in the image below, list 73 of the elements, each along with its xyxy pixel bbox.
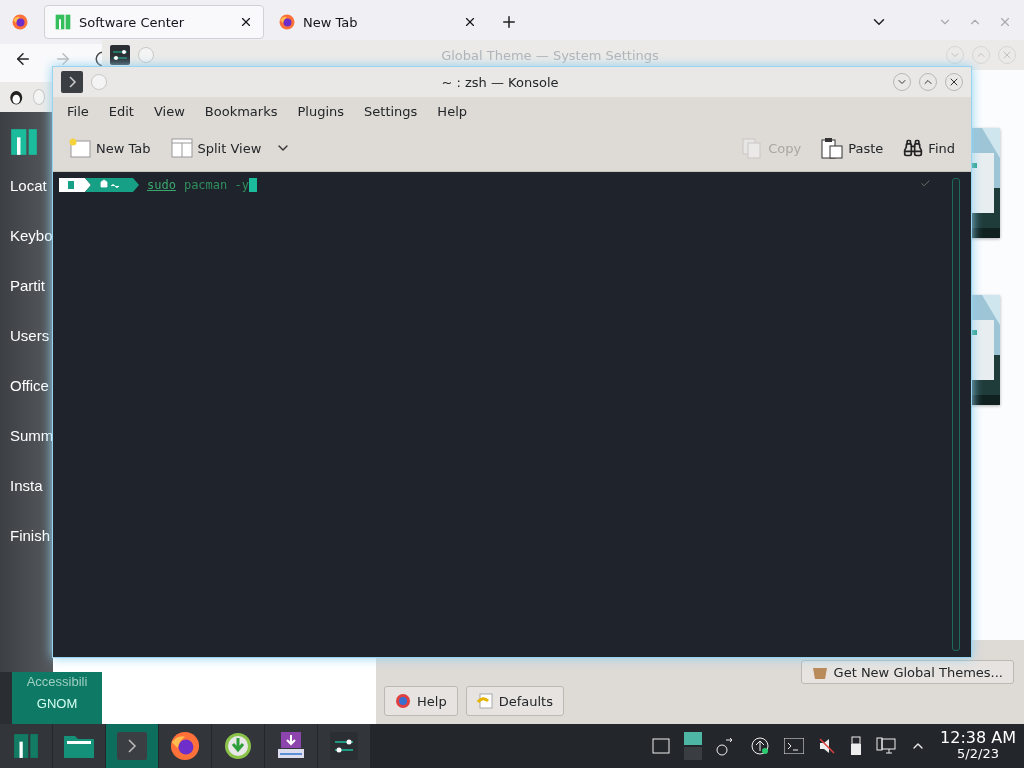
- taskbar-app[interactable]: [212, 724, 265, 768]
- window-title: ~ : zsh — Konsole: [440, 74, 560, 90]
- menu-item[interactable]: Plugins: [289, 103, 353, 119]
- manjaro-logo-icon: [13, 733, 39, 759]
- pager-icon[interactable]: [684, 732, 703, 760]
- menu-item[interactable]: Edit: [100, 103, 142, 119]
- installer-step: Users: [10, 310, 50, 360]
- undo-icon: [476, 693, 493, 709]
- new-tab-icon: [69, 138, 91, 158]
- taskbar-app[interactable]: [53, 724, 106, 768]
- manjaro-logo-icon: [55, 14, 71, 30]
- show-desktop-icon[interactable]: [652, 738, 671, 754]
- firefox-icon: [279, 14, 295, 30]
- taskbar-app[interactable]: [159, 724, 212, 768]
- scrollbar[interactable]: [952, 178, 960, 651]
- menu-item[interactable]: File: [59, 103, 97, 119]
- terminal-icon: [61, 71, 83, 93]
- download-icon: [224, 732, 252, 760]
- paste-icon: [821, 137, 844, 159]
- network-icon[interactable]: [876, 737, 897, 755]
- toolbar-button[interactable]: Paste: [815, 135, 890, 161]
- close-icon[interactable]: [463, 15, 477, 29]
- defaults-button[interactable]: Defaults: [465, 686, 564, 716]
- installer-step: Summ: [10, 410, 53, 460]
- back-icon[interactable]: [14, 50, 32, 68]
- desktop-label: GNOM: [36, 696, 78, 712]
- toolbar-button[interactable]: New Tab: [63, 136, 157, 160]
- close-icon: [948, 76, 960, 88]
- close-icon: [1001, 49, 1013, 61]
- installer-step: Insta: [10, 460, 43, 510]
- close-icon[interactable]: [239, 15, 253, 29]
- toolbar-button[interactable]: Split View: [164, 136, 268, 160]
- menu-item[interactable]: Help: [429, 103, 475, 119]
- settings-icon: [330, 732, 358, 760]
- browser-tab[interactable]: New Tab: [268, 5, 488, 39]
- menu-item[interactable]: Bookmarks: [196, 103, 286, 119]
- new-tab-icon[interactable]: [500, 13, 518, 31]
- help-icon: [395, 693, 411, 709]
- check-icon: [920, 178, 931, 189]
- help-button[interactable]: Help: [384, 686, 458, 716]
- reload-icon[interactable]: [94, 50, 102, 68]
- accessibility-label: Accessibili: [26, 674, 88, 690]
- folder-icon: [64, 734, 94, 758]
- firefox-icon: [12, 14, 28, 30]
- taskbar-app[interactable]: [265, 724, 318, 768]
- get-new-themes-button[interactable]: Get New Global Themes...: [800, 660, 1014, 684]
- split-view-icon: [170, 138, 193, 158]
- installer-icon: [277, 732, 305, 760]
- command-text: sudo: [147, 178, 176, 192]
- menu-item[interactable]: View: [145, 103, 193, 119]
- command-text: pacman -y: [183, 178, 249, 192]
- clock[interactable]: 12:38 AM 5/2/23: [940, 730, 1016, 762]
- installer-step: Partit: [10, 260, 45, 310]
- usb-drive-icon[interactable]: [850, 736, 863, 756]
- settings-icon: [110, 45, 130, 65]
- menu-item[interactable]: Settings: [356, 103, 426, 119]
- installer-step: Finish: [10, 510, 50, 560]
- cursor: [248, 178, 257, 192]
- terminal-icon[interactable]: [784, 738, 805, 754]
- firefox-icon: [170, 731, 200, 761]
- browser-tab[interactable]: Software Center: [44, 5, 264, 39]
- muted-speaker-icon[interactable]: [818, 737, 837, 755]
- manjaro-logo-icon: [10, 128, 38, 156]
- terminal-icon: [117, 732, 147, 760]
- installer-step: Locat: [10, 160, 47, 210]
- installer-step: Office: [10, 360, 49, 410]
- toolbar-button[interactable]: Find: [897, 136, 961, 160]
- binoculars-icon: [903, 138, 924, 158]
- update-icon[interactable]: [750, 736, 771, 756]
- installer-step: Keybo: [10, 210, 53, 260]
- taskbar-app[interactable]: [0, 724, 53, 768]
- window-title: Global Theme — System Settings: [440, 47, 660, 63]
- copy-icon: [741, 137, 764, 159]
